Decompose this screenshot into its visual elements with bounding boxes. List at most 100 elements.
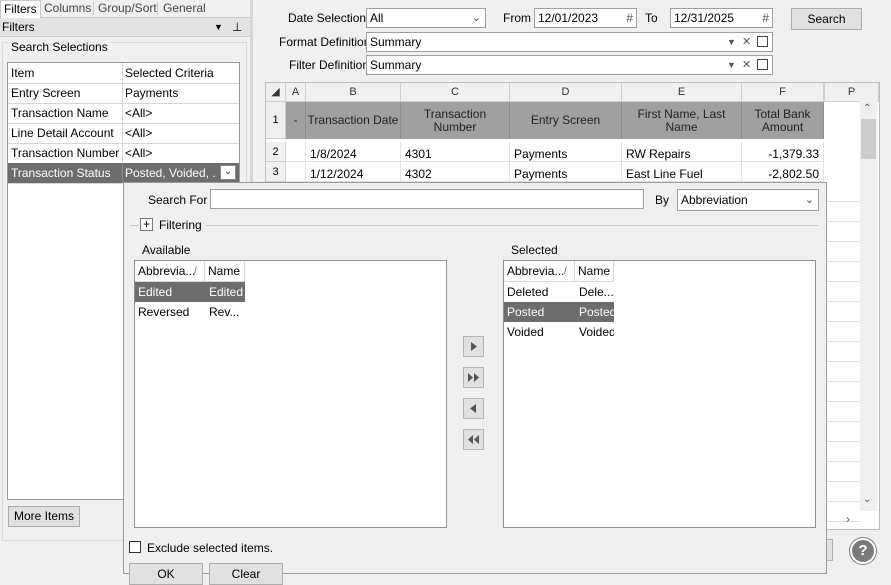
format-definition-label: Format Definition bbox=[279, 35, 371, 49]
criteria-row-selected[interactable]: Transaction Status Posted, Voided, ... ⌄ bbox=[8, 163, 239, 184]
row-number[interactable]: 2 bbox=[266, 142, 286, 162]
available-list[interactable]: Abbrevia... / Name Edited Edited Reverse… bbox=[134, 260, 447, 528]
column-header-abbreviation[interactable]: Abbrevia... / bbox=[135, 261, 205, 282]
filter-definition-dropdown[interactable]: Summary ▼ ✕ bbox=[366, 55, 773, 75]
save-icon[interactable] bbox=[757, 36, 768, 47]
column-header-name[interactable]: Name bbox=[205, 261, 245, 282]
item-name: Dele... bbox=[579, 285, 614, 299]
column-header-name[interactable]: First Name, Last Name bbox=[622, 102, 742, 139]
double-triangle-right-icon bbox=[468, 373, 479, 382]
criteria-row[interactable]: Entry Screen Payments bbox=[8, 83, 239, 104]
column-letter[interactable]: D bbox=[510, 83, 622, 102]
pin-icon[interactable]: ⊥ bbox=[232, 18, 242, 36]
column-header-entry-screen[interactable]: Entry Screen bbox=[510, 102, 622, 139]
divider bbox=[206, 225, 818, 226]
filter-definition-label: Filter Definition bbox=[289, 58, 370, 72]
search-for-label: Search For bbox=[148, 193, 208, 207]
column-header-criteria: Selected Criteria bbox=[125, 66, 214, 80]
move-left-button[interactable] bbox=[463, 398, 484, 419]
help-icon[interactable]: ? bbox=[850, 538, 876, 564]
expand-plus-icon[interactable]: + bbox=[140, 218, 153, 231]
table-cell[interactable]: 1/12/2024 bbox=[306, 162, 401, 182]
search-for-input[interactable] bbox=[210, 189, 644, 209]
tab-filters[interactable]: Filters bbox=[0, 0, 41, 18]
calendar-icon[interactable]: # bbox=[626, 9, 633, 27]
tab-columns[interactable]: Columns bbox=[44, 0, 91, 17]
column-header-name[interactable]: Name bbox=[575, 261, 614, 282]
chevron-up-icon[interactable]: ⌃ bbox=[863, 103, 871, 114]
column-letter[interactable]: A bbox=[286, 83, 306, 102]
column-letter[interactable]: C bbox=[401, 83, 510, 102]
by-dropdown[interactable]: Abbreviation ⌄ bbox=[677, 189, 819, 211]
table-cell[interactable] bbox=[286, 162, 306, 182]
item-abbrev: Edited bbox=[138, 285, 173, 299]
criteria-row[interactable]: Transaction Name <All> bbox=[8, 103, 239, 124]
move-all-right-button[interactable] bbox=[463, 367, 484, 388]
selected-list[interactable]: Abbrevia... / Name Deleted Dele... Poste… bbox=[503, 260, 816, 528]
table-cell[interactable]: -2,802.50 bbox=[742, 162, 824, 182]
search-button[interactable]: Search bbox=[791, 8, 862, 30]
criteria-row[interactable]: Transaction Number <All> bbox=[8, 143, 239, 164]
ok-button[interactable]: OK bbox=[129, 563, 203, 585]
select-all-corner-icon[interactable]: ◢ bbox=[266, 83, 286, 102]
filter-definition-value: Summary bbox=[370, 58, 422, 72]
column-letter[interactable]: P bbox=[824, 83, 879, 102]
chevron-down-icon[interactable]: ⌄ bbox=[863, 494, 871, 505]
chevron-right-icon[interactable]: › bbox=[846, 512, 850, 526]
left-tab-strip: Filters Columns Group/Sort General bbox=[0, 0, 250, 18]
list-item-selected[interactable]: Posted Posted bbox=[504, 302, 614, 322]
table-cell[interactable]: Payments bbox=[510, 142, 622, 162]
table-cell[interactable]: 4301 bbox=[401, 142, 510, 162]
from-label: From bbox=[503, 11, 531, 25]
tab-general[interactable]: General bbox=[163, 0, 206, 17]
column-header-total-bank-amount[interactable]: Total Bank Amount bbox=[742, 102, 824, 139]
collapse-toggle[interactable]: - bbox=[286, 102, 306, 139]
column-header-transaction-number[interactable]: Transaction Number bbox=[401, 102, 510, 139]
item-name: Posted bbox=[579, 305, 614, 319]
clear-button[interactable]: Clear bbox=[209, 563, 283, 585]
column-letter[interactable]: E bbox=[622, 83, 742, 102]
column-header-abbreviation[interactable]: Abbrevia... / bbox=[504, 261, 575, 282]
chevron-down-icon[interactable]: ⌄ bbox=[220, 165, 236, 180]
tab-group-sort[interactable]: Group/Sort bbox=[98, 0, 157, 17]
column-letter[interactable]: F bbox=[742, 83, 824, 102]
list-item[interactable]: Voided Voided bbox=[504, 322, 614, 342]
grid-vertical-scrollbar[interactable]: ⌃ ⌄ bbox=[860, 101, 877, 511]
dropdown-arrow-icon[interactable]: ▼ bbox=[727, 33, 736, 51]
table-cell[interactable]: -1,379.33 bbox=[742, 142, 824, 162]
table-cell[interactable] bbox=[286, 142, 306, 162]
dropdown-arrow-icon[interactable]: ▼ bbox=[214, 18, 223, 36]
exclude-checkbox[interactable] bbox=[129, 541, 141, 553]
list-item[interactable]: Reversed Rev... bbox=[135, 302, 245, 322]
row-number[interactable]: 3 bbox=[266, 162, 286, 182]
more-items-button[interactable]: More Items bbox=[8, 506, 80, 527]
dropdown-arrow-icon[interactable]: ▼ bbox=[727, 56, 736, 74]
save-icon[interactable] bbox=[757, 59, 768, 70]
clear-icon[interactable]: ✕ bbox=[742, 33, 751, 51]
table-cell[interactable]: 4302 bbox=[401, 162, 510, 182]
table-cell[interactable]: East Line Fuel bbox=[622, 162, 742, 182]
list-item[interactable]: Deleted Dele... bbox=[504, 282, 614, 302]
date-selection-dropdown[interactable]: All ⌄ bbox=[366, 8, 486, 28]
criteria-value: Posted, Voided, ... bbox=[125, 166, 217, 180]
move-right-button[interactable] bbox=[463, 336, 484, 357]
scrollbar-thumb[interactable] bbox=[861, 119, 876, 159]
list-item-selected[interactable]: Edited Edited bbox=[135, 282, 245, 302]
format-definition-dropdown[interactable]: Summary ▼ ✕ bbox=[366, 32, 773, 52]
to-date-field[interactable]: 12/31/2025 # bbox=[670, 8, 773, 28]
row-number[interactable]: 1 bbox=[266, 102, 286, 139]
criteria-item: Line Detail Account bbox=[11, 126, 114, 140]
criteria-row[interactable]: Line Detail Account <All> bbox=[8, 123, 239, 144]
criteria-value: <All> bbox=[125, 126, 153, 140]
move-all-left-button[interactable] bbox=[463, 429, 484, 450]
column-letter[interactable]: B bbox=[306, 83, 401, 102]
table-cell[interactable]: RW Repairs bbox=[622, 142, 742, 162]
calendar-icon[interactable]: # bbox=[762, 9, 769, 27]
table-cell[interactable]: Payments bbox=[510, 162, 622, 182]
from-date-field[interactable]: 12/01/2023 # bbox=[534, 8, 637, 28]
item-name: Voided bbox=[579, 325, 614, 339]
table-cell[interactable]: 1/8/2024 bbox=[306, 142, 401, 162]
triangle-left-icon bbox=[470, 404, 476, 413]
clear-icon[interactable]: ✕ bbox=[742, 56, 751, 74]
column-header-transaction-date[interactable]: Transaction Date bbox=[306, 102, 401, 139]
